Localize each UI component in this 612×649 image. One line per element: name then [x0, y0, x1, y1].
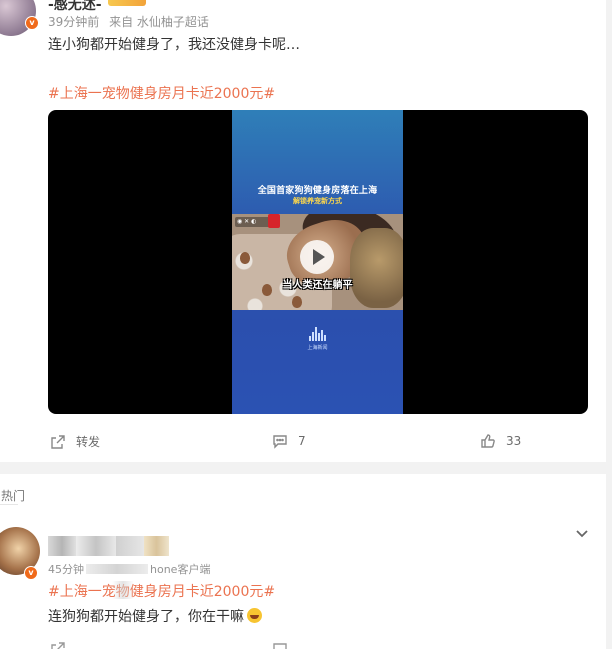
skyline-logo-icon [307, 326, 329, 346]
comment-time: 45分钟 [48, 563, 84, 576]
blur-overlay [112, 581, 134, 599]
comment-repost-button[interactable] [50, 641, 66, 649]
hot-comments-label: 热门 [1, 489, 26, 503]
blurred-username [116, 536, 144, 556]
member-badge-icon [108, 0, 146, 6]
video-overlay-subtitle: 解锁养宠新方式 [293, 197, 342, 205]
post-actions: 转发 7 33 [0, 433, 606, 453]
label-underline [0, 504, 18, 505]
repost-button[interactable]: 转发 [50, 433, 100, 450]
comment-client: hone客户端 [150, 563, 211, 576]
video-logo-text: 上海新闻 [307, 345, 328, 351]
blurred-username [76, 536, 116, 556]
post-source[interactable]: 来自 水仙柚子超话 [109, 15, 209, 29]
channel-logos-icon: ◉ ✕ ◐ [235, 217, 271, 227]
comment-text-content: 连狗狗都开始健身了，你在干嘛 [48, 609, 244, 625]
bear-pattern [240, 252, 250, 264]
comment-button[interactable]: 7 [272, 433, 306, 449]
comment-reply-button[interactable] [272, 641, 288, 649]
video-caption: 当人类还在躺平 [282, 280, 353, 291]
play-button-icon[interactable] [300, 240, 334, 274]
post-topic-link[interactable]: #上海一宠物健身房月卡近2000元# [48, 83, 275, 103]
chevron-down-icon [576, 530, 588, 538]
page-scroll-gutter [606, 0, 612, 649]
comment-count: 7 [298, 434, 306, 448]
comment-actions [0, 641, 606, 649]
comment-meta: 45分钟 hone客户端 [48, 561, 210, 577]
dog-image [350, 228, 403, 308]
comment-text: 连狗狗都开始健身了，你在干嘛 [48, 606, 262, 626]
blurred-username [144, 536, 169, 556]
video-overlay-title: 全国首家狗狗健身房落在上海 [257, 186, 378, 196]
author-name[interactable]: -感无述- [48, 0, 102, 14]
laughing-emoji-icon [247, 608, 262, 623]
broadcaster-logo-icon [268, 214, 280, 228]
bear-pattern [292, 296, 302, 308]
like-count: 33 [506, 434, 522, 448]
repost-label: 转发 [76, 435, 101, 449]
weibo-feed: v -感无述- 39分钟前 来自 水仙柚子超话 连小狗都开始健身了，我还没健身卡… [0, 0, 612, 649]
section-divider [0, 462, 612, 474]
repost-icon [51, 642, 65, 649]
verified-badge-icon: v [25, 16, 39, 30]
post-text: 连小狗都开始健身了，我还没健身卡呢… [48, 37, 300, 53]
video-frame: 全国首家狗狗健身房落在上海 解锁养宠新方式 ◉ ✕ ◐ 当人类还在躺平 上海新闻 [232, 110, 403, 414]
repost-icon [51, 434, 65, 449]
comment-menu-button[interactable] [574, 525, 590, 541]
comment-topic-link[interactable]: #上海一宠物健身房月卡近2000元# [48, 581, 275, 601]
blurred-username [48, 536, 76, 556]
weibo-post: v -感无述- 39分钟前 来自 水仙柚子超话 连小狗都开始健身了，我还没健身卡… [0, 0, 606, 462]
blurred-meta [86, 564, 148, 574]
comment-icon [273, 435, 287, 449]
comments-section: 热门 v 45分钟 hone客户端 #上海一宠物健身房月卡近2000元# 连狗狗都… [0, 474, 606, 649]
post-time[interactable]: 39分钟前 [48, 15, 99, 29]
comment-icon [273, 643, 287, 649]
verified-badge-icon: v [24, 566, 38, 580]
post-meta: 39分钟前 来自 水仙柚子超话 [48, 13, 215, 30]
video-player[interactable]: 全国首家狗狗健身房落在上海 解锁养宠新方式 ◉ ✕ ◐ 当人类还在躺平 上海新闻 [48, 110, 588, 414]
like-thumb-icon [481, 434, 495, 448]
like-button[interactable]: 33 [480, 433, 521, 449]
